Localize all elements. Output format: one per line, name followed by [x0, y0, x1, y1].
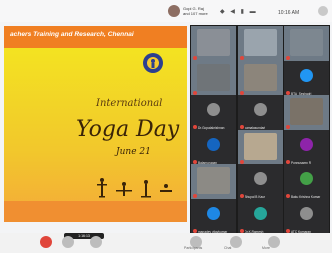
- muted-mic-icon: [239, 56, 244, 60]
- participant-video: [197, 29, 230, 56]
- muted-mic-icon: [286, 159, 290, 164]
- participant-video: [197, 167, 230, 194]
- more-label: More: [262, 246, 270, 250]
- slide-header-text: achers Training and Research, Chennai: [10, 31, 134, 38]
- shared-slide: achers Training and Research, Chennai In…: [4, 26, 187, 222]
- muted-mic-icon: [286, 228, 290, 233]
- muted-mic-icon: [286, 194, 290, 198]
- presenter-text: Gopi G. Raj and 107 more: [183, 6, 208, 16]
- participant-avatar: [253, 172, 267, 185]
- battery-icon: ▬: [249, 9, 258, 15]
- slide-header: achers Training and Research, Chennai: [4, 26, 187, 48]
- participant-tile[interactable]: [191, 26, 236, 62]
- participant-video: [290, 29, 323, 56]
- participant-tile[interactable]: Dr.Gopalakrishnan: [191, 95, 236, 131]
- control-bar: 1:16:13 Participants Chat More: [0, 233, 332, 253]
- participant-tile[interactable]: [284, 26, 329, 62]
- clock: 10:16 AM: [278, 10, 300, 16]
- participant-tile[interactable]: kamalasundari: [237, 95, 283, 131]
- slide-title-line2: Yoga Day: [76, 117, 180, 142]
- participant-avatar: [253, 103, 267, 116]
- muted-mic-icon: [193, 159, 197, 164]
- volume-icon: ◀: [230, 9, 237, 15]
- chat-button[interactable]: [230, 236, 242, 248]
- participant-avatar: [300, 137, 313, 151]
- participant-video: [197, 63, 230, 91]
- muted-mic-icon: [286, 90, 290, 95]
- participant-tile[interactable]: Baku Krishna Kumar: [284, 164, 329, 200]
- lock-icon: ◆: [220, 9, 227, 15]
- participants-label: Participants: [184, 246, 203, 250]
- status-icons: ◆ ◀ ▮ ▬: [220, 8, 258, 15]
- muted-mic-icon: [239, 90, 244, 95]
- participant-tile[interactable]: ATC Kumaran: [284, 198, 329, 235]
- muted-mic-icon: [239, 159, 244, 164]
- participant-tile[interactable]: [237, 26, 283, 62]
- participant-tile[interactable]: manadev vijaykumar: [191, 198, 236, 235]
- participant-video: [290, 98, 323, 125]
- muted-mic-icon: [193, 125, 197, 129]
- muted-mic-icon: [193, 90, 197, 95]
- share-button[interactable]: [90, 236, 102, 248]
- participant-tile[interactable]: Dr.K.Ramesh: [237, 198, 283, 235]
- participant-tile[interactable]: [237, 129, 283, 166]
- participant-tile[interactable]: Ponnusamy R: [284, 129, 329, 166]
- participant-avatar: [300, 206, 313, 220]
- participant-avatar: [300, 68, 313, 82]
- participant-video: [243, 29, 277, 56]
- muted-mic-icon: [239, 125, 244, 129]
- muted-mic-icon: [193, 228, 197, 233]
- camera-button[interactable]: [62, 236, 74, 248]
- muted-mic-icon: [193, 194, 197, 198]
- participant-grid: BTA_Seshadri Dr.Gopalakrishnan kamalasunda…: [190, 25, 330, 235]
- signal-icon: ▮: [240, 9, 246, 15]
- muted-mic-icon: [239, 228, 244, 233]
- participant-count: and 107 more: [183, 11, 208, 16]
- participant-tile[interactable]: Bhupal B Kaur: [237, 164, 283, 200]
- muted-mic-icon: [286, 56, 290, 60]
- participant-tile[interactable]: BTA_Seshadri: [284, 60, 329, 97]
- participant-avatar: [207, 137, 220, 151]
- slide-title-line1: International: [96, 98, 163, 109]
- meeting-window: Gopi G. Raj and 107 more ◆ ◀ ▮ ▬ 10:16 A…: [0, 0, 332, 253]
- participant-tile[interactable]: [284, 95, 329, 131]
- participant-avatar: [207, 206, 220, 220]
- participant-tile[interactable]: [191, 60, 236, 97]
- participant-avatar: [207, 103, 220, 116]
- slide-date: June 21: [116, 147, 151, 157]
- mic-button[interactable]: [40, 236, 52, 248]
- close-icon[interactable]: [318, 6, 328, 16]
- participant-tile[interactable]: [237, 60, 283, 97]
- status-bar: Gopi G. Raj and 107 more ◆ ◀ ▮ ▬ 10:16 A…: [0, 0, 332, 22]
- muted-mic-icon: [286, 125, 290, 129]
- participant-tile[interactable]: Balamurugan: [191, 129, 236, 166]
- participant-video: [243, 132, 277, 160]
- presenter-info[interactable]: Gopi G. Raj and 107 more: [168, 5, 208, 17]
- yoga-silhouettes: [97, 178, 172, 198]
- participant-video: [243, 63, 277, 91]
- presenter-avatar: [168, 5, 180, 17]
- chat-label: Chat: [224, 246, 232, 250]
- participant-tile[interactable]: [191, 164, 236, 200]
- muted-mic-icon: [239, 194, 244, 198]
- participant-avatar: [300, 172, 313, 185]
- participant-avatar: [253, 206, 267, 220]
- muted-mic-icon: [193, 56, 197, 60]
- yoga-logo-icon: [143, 53, 163, 73]
